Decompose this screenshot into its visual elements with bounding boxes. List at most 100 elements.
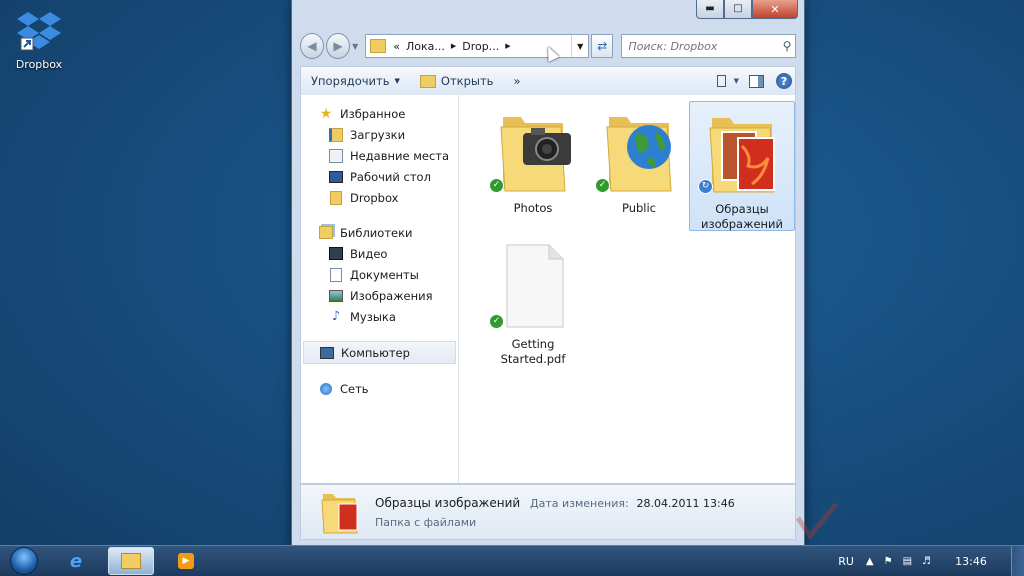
nav-network-label: Сеть	[340, 381, 369, 396]
taskbar-internet-explorer[interactable]: e	[54, 548, 98, 574]
search-icon[interactable]: ⚲	[779, 39, 795, 53]
windows-logo-icon	[10, 547, 38, 575]
minimize-icon: ▬	[705, 3, 715, 14]
nav-network[interactable]: Сеть	[301, 378, 458, 399]
command-bar: Упорядочить ▼ Открыть » ▼ ?	[300, 66, 796, 96]
minimize-button[interactable]: ▬	[696, 0, 724, 19]
file-tile-getting-started[interactable]: ✓ Getting Started.pdf	[481, 237, 585, 366]
organize-button[interactable]: Упорядочить ▼	[301, 70, 410, 92]
breadcrumb-local-disk[interactable]: Лока...	[406, 40, 445, 53]
preview-pane-button[interactable]	[745, 70, 767, 92]
breadcrumb-separator-icon[interactable]: ▶	[451, 42, 456, 50]
recent-pages-dropdown[interactable]: ▼	[352, 42, 361, 51]
search-input[interactable]	[622, 38, 779, 54]
open-button[interactable]: Открыть	[410, 70, 504, 92]
folder-icon	[370, 39, 387, 53]
nav-pictures-label: Изображения	[350, 288, 433, 303]
maximize-button[interactable]: □	[724, 0, 752, 19]
nav-desktop[interactable]: Рабочий стол	[301, 166, 458, 187]
watermark-logo	[795, 500, 996, 541]
folder-camera-icon: ✓	[489, 105, 573, 195]
nav-recent-places-label: Недавние места	[350, 148, 450, 163]
file-tile-public[interactable]: ✓ Public	[587, 101, 691, 229]
close-button[interactable]: ✕	[752, 0, 798, 19]
details-name: Образцы изображений	[375, 495, 521, 510]
details-text: Образцы изображений Дата изменения: 28.0…	[375, 496, 735, 529]
refresh-icon: ⇄	[597, 39, 608, 53]
nav-documents-label: Документы	[350, 267, 419, 282]
show-desktop-button[interactable]	[1011, 546, 1024, 576]
nav-video[interactable]: Видео	[301, 243, 458, 264]
file-name: Public	[621, 201, 657, 215]
desktop-icon-label: Dropbox	[15, 58, 63, 71]
chevron-down-icon: ▼	[394, 77, 400, 85]
nav-documents[interactable]: Документы	[301, 264, 458, 285]
action-center-flag-icon[interactable]: ⚑	[884, 556, 893, 567]
refresh-button[interactable]: ⇄	[591, 34, 614, 58]
arrow-left-icon: ◀	[307, 39, 317, 53]
system-tray: RU ▲ ⚑ ▤ ♬ 13:46	[838, 546, 1024, 576]
open-folder-icon	[419, 74, 436, 88]
nav-computer[interactable]: Компьютер	[303, 341, 456, 364]
taskbar-explorer[interactable]	[108, 547, 154, 575]
window-controls: ▬ □ ✕	[696, 0, 798, 19]
folder-globe-icon: ✓	[595, 105, 679, 195]
language-indicator[interactable]: RU	[838, 555, 854, 568]
file-tile-photos[interactable]: ✓ Photos	[481, 101, 585, 229]
change-view-button[interactable]: ▼	[717, 70, 739, 92]
computer-icon	[320, 346, 334, 360]
clock[interactable]: 13:46	[941, 555, 1001, 568]
open-label: Открыть	[440, 74, 494, 88]
maximize-icon: □	[733, 3, 743, 14]
details-pane: Образцы изображений Дата изменения: 28.0…	[300, 484, 796, 540]
libraries-icon	[319, 226, 333, 240]
taskbar-media-player[interactable]: ▶	[164, 548, 208, 574]
taskbar: e ▶ RU ▲ ⚑ ▤ ♬ 13:46	[0, 545, 1024, 576]
favorites-group: ★ Избранное Загрузки Недавние места Рабо…	[301, 103, 458, 208]
file-name: Образцы изображений	[701, 202, 783, 231]
music-note-icon: ♪	[331, 309, 341, 324]
folder-pictures-icon: ↻	[698, 106, 782, 196]
breadcrumb-separator-icon[interactable]: ▶	[505, 42, 510, 50]
breadcrumb-dropbox[interactable]: Drop...	[462, 40, 499, 53]
recent-places-icon	[329, 148, 343, 163]
navigation-pane: ★ Избранное Загрузки Недавние места Рабо…	[301, 95, 459, 483]
more-commands-button[interactable]: »	[503, 70, 530, 92]
breadcrumb-overflow[interactable]: «	[393, 40, 400, 53]
nav-libraries[interactable]: Библиотеки	[301, 222, 458, 243]
pictures-icon	[329, 289, 343, 303]
volume-icon[interactable]: ♬	[922, 556, 931, 567]
preview-pane-icon	[748, 74, 764, 88]
internet-explorer-icon: e	[69, 550, 83, 572]
libraries-group: Библиотеки Видео Документы Изображения ♪…	[301, 222, 458, 327]
details-modified-value: 28.04.2011 13:46	[636, 496, 735, 510]
nav-favorites[interactable]: ★ Избранное	[301, 103, 458, 124]
nav-computer-label: Компьютер	[341, 345, 410, 360]
nav-downloads[interactable]: Загрузки	[301, 124, 458, 145]
syncing-icon: ↻	[698, 179, 713, 194]
address-dropdown-icon[interactable]: ▼	[571, 35, 588, 57]
back-button[interactable]: ◀	[300, 33, 325, 59]
forward-button[interactable]: ▶	[326, 33, 351, 59]
nav-dropbox[interactable]: Dropbox	[301, 187, 458, 208]
network-status-icon[interactable]: ▤	[903, 556, 912, 567]
explorer-window: ▬ □ ✕ ◀ ▶ ▼ « Лока... ▶ Drop... ▶ ▼ ⇄ ⚲ …	[291, 0, 805, 547]
show-hidden-icons-icon[interactable]: ▲	[866, 556, 874, 567]
pdf-document-icon: ✓	[489, 241, 573, 331]
view-icon	[717, 75, 726, 87]
nav-dropbox-label: Dropbox	[350, 190, 399, 205]
file-tile-sample-pictures[interactable]: ↻ Образцы изображений	[689, 101, 795, 231]
synced-check-icon: ✓	[595, 178, 610, 193]
downloads-icon	[329, 127, 343, 142]
nav-pictures[interactable]: Изображения	[301, 285, 458, 306]
nav-video-label: Видео	[350, 246, 388, 261]
start-button[interactable]	[4, 546, 44, 576]
nav-downloads-label: Загрузки	[350, 127, 406, 142]
nav-recent-places[interactable]: Недавние места	[301, 145, 458, 166]
help-button[interactable]: ?	[773, 70, 795, 92]
arrow-right-icon: ▶	[333, 39, 343, 53]
search-box[interactable]: ⚲	[621, 34, 796, 58]
desktop-icon-dropbox[interactable]: Dropbox	[8, 8, 70, 71]
star-icon: ★	[319, 105, 333, 122]
nav-music[interactable]: ♪ Музыка	[301, 306, 458, 327]
